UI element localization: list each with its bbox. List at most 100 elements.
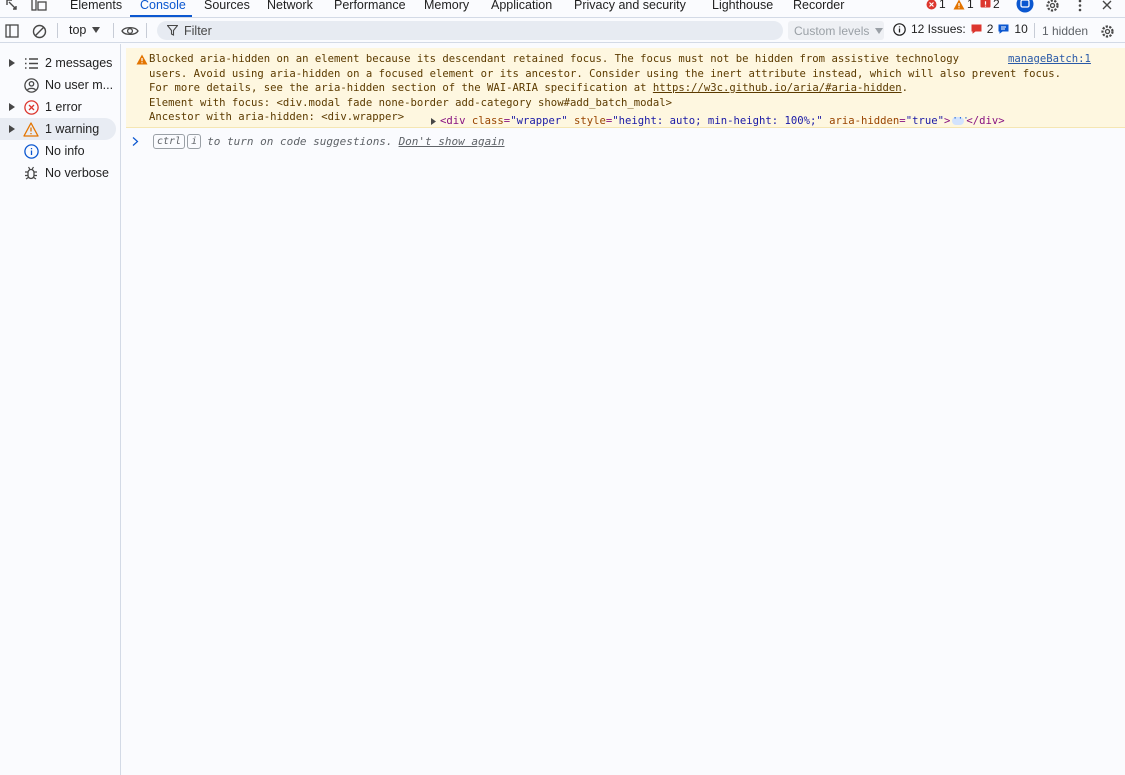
active-tab-indicator <box>130 15 192 17</box>
tab-application[interactable]: Application <box>491 0 552 13</box>
issues-info-count: 10 <box>1014 22 1028 36</box>
issues-counter[interactable]: 12 Issues: 2 10 <box>893 22 1028 36</box>
node-attr-value: "true" <box>905 115 944 127</box>
console-messages: Blocked aria-hidden on an element becaus… <box>122 44 1125 775</box>
sidebar-item-info[interactable]: No info <box>0 140 116 162</box>
filter-input[interactable] <box>184 23 744 38</box>
code-suggestions-hint: to turn on code suggestions. <box>207 135 393 148</box>
node-attr-value: "wrapper" <box>510 115 568 127</box>
devtools-tabbar: Elements Console Sources Network Perform… <box>0 0 1125 18</box>
sidebar-item-label: No verbose <box>45 166 109 180</box>
node-tag: </div> <box>966 115 1005 127</box>
dropdown-arrow-icon <box>875 27 884 34</box>
filter-field[interactable] <box>157 21 783 40</box>
console-toolbar: top Custom levels 12 Issues: 2 10 1 hidd… <box>0 18 1125 43</box>
warning-line: Element with focus: <div.modal fade none… <box>149 96 672 109</box>
device-toolbar-icon[interactable] <box>30 0 48 14</box>
source-link[interactable]: manageBatch:1 <box>1008 52 1091 67</box>
tab-recorder[interactable]: Recorder <box>793 0 844 13</box>
warning-line: Blocked aria-hidden on an element becaus… <box>149 53 960 65</box>
toolbar-separator <box>57 23 58 38</box>
log-levels-label: Custom levels <box>794 23 870 38</box>
dont-show-again-link[interactable]: Don't show again <box>399 135 505 148</box>
issue-icon <box>980 0 991 7</box>
sidebar-toggle-icon[interactable] <box>3 22 21 40</box>
node-attr: style <box>567 115 606 127</box>
collapsed-children-ellipsis-icon[interactable]: ··· <box>952 115 969 126</box>
dom-node-preview[interactable]: <div class = "wrapper" style = "height: auto… <box>431 114 1005 129</box>
console-settings-icon[interactable] <box>1098 22 1116 40</box>
warning-line: users. Avoid using aria-hidden on a focu… <box>149 67 1062 80</box>
context-selector[interactable]: top <box>69 23 101 37</box>
error-icon <box>22 98 40 116</box>
sidebar-item-user-messages[interactable]: No user m... <box>0 74 116 96</box>
tab-privacy-security[interactable]: Privacy and security <box>574 0 686 13</box>
info-icon <box>893 22 906 36</box>
sidebar-item-warnings[interactable]: 1 warning <box>0 118 116 140</box>
kbd-i: i <box>187 134 202 149</box>
log-levels-dropdown[interactable]: Custom levels <box>788 21 884 40</box>
sidebar-item-label: 1 error <box>45 100 82 114</box>
issues-label: 12 Issues: <box>911 22 966 36</box>
settings-icon[interactable] <box>1043 0 1061 14</box>
sidebar-item-errors[interactable]: 1 error <box>0 96 116 118</box>
sidebar-item-label: 2 messages <box>45 56 113 70</box>
sidebar-item-label: No user m... <box>45 78 114 92</box>
sidebar-item-label: No info <box>45 144 85 158</box>
toolbar-separator <box>113 23 114 38</box>
tab-network[interactable]: Network <box>267 0 313 13</box>
inspect-element-icon[interactable] <box>3 0 21 14</box>
dropdown-arrow-icon <box>92 27 101 33</box>
kbd-ctrl: ctrl <box>153 134 186 149</box>
top-warning-count[interactable]: 1 <box>953 0 974 11</box>
tab-elements[interactable]: Elements <box>70 0 122 13</box>
toolbar-separator <box>146 23 147 38</box>
sidebar-item-label: 1 warning <box>45 122 100 136</box>
error-icon <box>926 0 937 9</box>
console-sidebar: 2 messages No user m... 1 error 1 warnin… <box>0 44 121 775</box>
warning-message: Blocked aria-hidden on an element becaus… <box>126 48 1125 128</box>
top-error-count-label: 1 <box>939 0 946 11</box>
tab-memory[interactable]: Memory <box>424 0 469 13</box>
ai-assistance-icon[interactable] <box>1016 0 1034 13</box>
node-attr-value: "height: auto; min-height: 100%;" <box>612 115 823 127</box>
node-attr: aria-hidden <box>822 115 900 127</box>
sidebar-item-verbose[interactable]: No verbose <box>0 162 116 184</box>
list-icon <box>22 54 40 72</box>
top-warning-count-label: 1 <box>967 0 974 11</box>
top-issues-count-label: 2 <box>993 0 1000 11</box>
top-error-count[interactable]: 1 <box>926 0 946 11</box>
expand-arrow-icon <box>431 117 436 125</box>
warning-line-text: . <box>901 82 909 94</box>
context-selector-label: top <box>69 23 87 37</box>
tab-lighthouse[interactable]: Lighthouse <box>712 0 773 13</box>
filter-icon <box>167 25 178 36</box>
tab-performance[interactable]: Performance <box>334 0 406 13</box>
node-tag: > <box>943 115 951 127</box>
toolbar-separator <box>1034 23 1035 38</box>
expand-arrow-icon <box>9 103 15 111</box>
close-icon[interactable] <box>1098 0 1116 14</box>
tab-console[interactable]: Console <box>140 0 186 13</box>
node-tag: <div <box>440 115 466 127</box>
clear-console-icon[interactable] <box>30 22 48 40</box>
top-issues-count[interactable]: 2 <box>980 0 1000 11</box>
issues-error-count: 2 <box>986 22 994 36</box>
spec-link[interactable]: https://w3c.github.io/aria/#aria-hidden <box>653 82 902 94</box>
live-expression-eye-icon[interactable] <box>121 22 139 40</box>
tab-sources[interactable]: Sources <box>204 0 250 13</box>
issue-error-icon <box>971 24 982 34</box>
issue-info-icon <box>998 24 1009 34</box>
bug-icon <box>22 164 40 182</box>
info-icon <box>22 142 40 160</box>
expand-arrow-icon <box>9 59 15 67</box>
more-options-icon[interactable] <box>1071 0 1089 14</box>
console-prompt[interactable]: ctrl i to turn on code suggestions. Don'… <box>132 134 505 149</box>
hidden-messages-count: 1 hidden <box>1042 24 1089 38</box>
prompt-chevron-icon <box>132 137 139 146</box>
sidebar-item-messages[interactable]: 2 messages <box>0 52 116 74</box>
warning-icon <box>136 54 148 68</box>
warning-icon <box>22 120 40 138</box>
warning-line-text: For more details, see the aria-hidden se… <box>149 82 653 94</box>
expand-arrow-icon <box>9 125 15 133</box>
